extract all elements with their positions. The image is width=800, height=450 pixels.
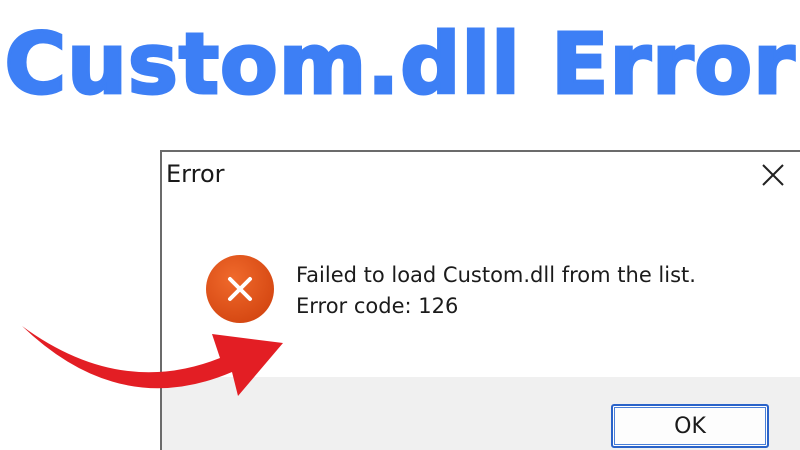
ok-button[interactable]: OK — [611, 404, 769, 448]
error-message-line-2: Error code: 126 — [296, 294, 459, 318]
dialog-titlebar: Error — [162, 152, 800, 202]
close-button[interactable] — [758, 160, 788, 190]
dialog-title: Error — [166, 160, 225, 188]
dialog-footer: OK — [162, 377, 800, 450]
error-x-icon — [206, 255, 274, 323]
error-dialog: Error Failed to load Custom.dll from the… — [160, 150, 800, 450]
close-icon — [762, 164, 784, 186]
error-message-line-1: Failed to load Custom.dll from the list. — [296, 263, 696, 287]
headline-title: Custom.dll Error — [3, 14, 796, 115]
thumbnail-canvas: Custom.dll Error Error Failed to load Cu… — [0, 0, 800, 450]
dialog-body: Failed to load Custom.dll from the list.… — [162, 202, 800, 377]
error-message: Failed to load Custom.dll from the list.… — [296, 260, 696, 322]
